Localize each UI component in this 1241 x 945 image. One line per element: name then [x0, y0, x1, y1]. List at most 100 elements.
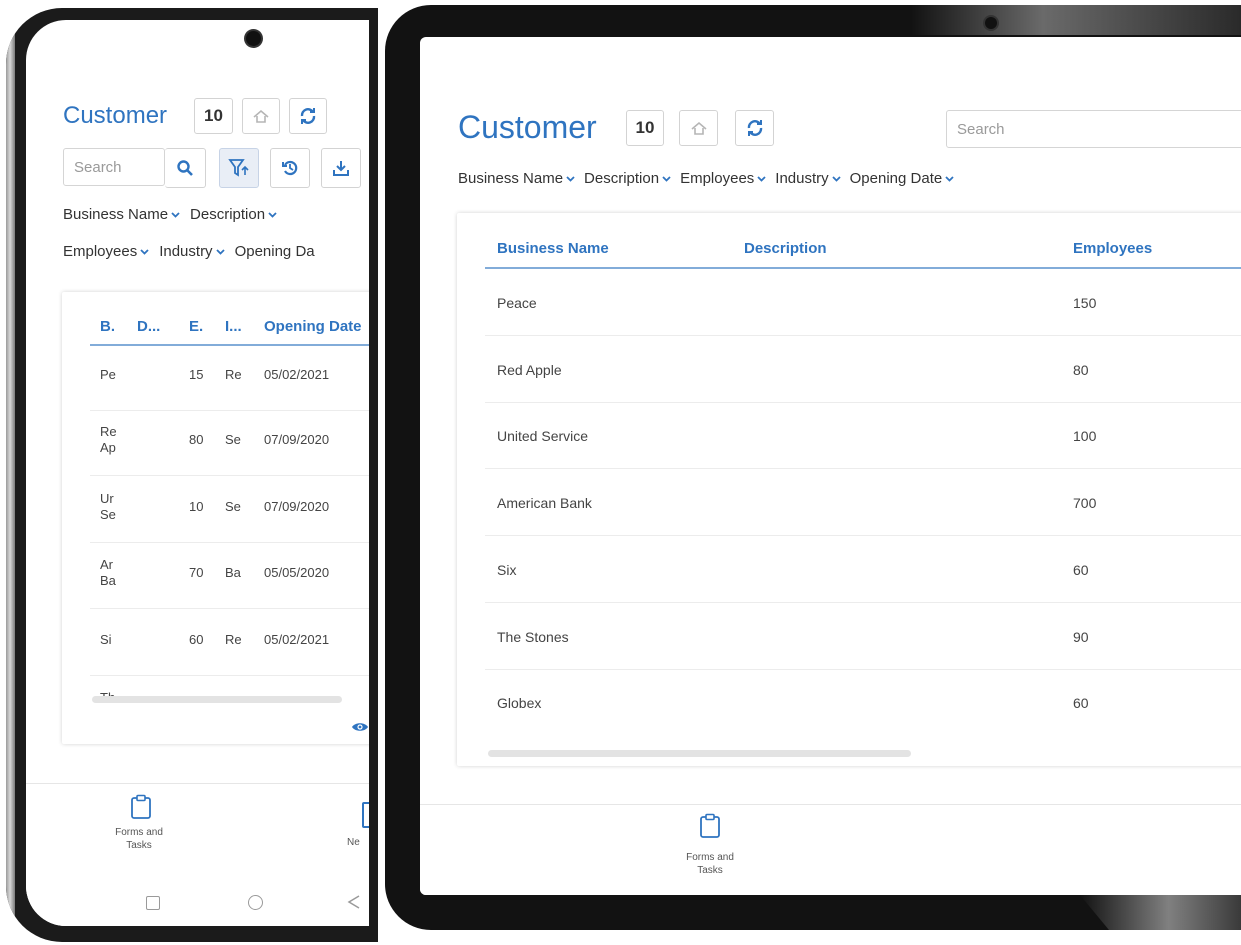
bottom-navigation: Forms and Tasks [420, 804, 1241, 895]
cell-employees: 70 [189, 565, 204, 580]
column-chip-opening-date[interactable]: Opening Da [235, 243, 315, 260]
cell-industry: Se [225, 499, 241, 514]
horizontal-scrollbar[interactable] [92, 696, 342, 703]
forms-and-tasks-tab[interactable] [130, 794, 152, 825]
row-divider [485, 468, 1241, 470]
cell-business-name-wrap: Se [100, 507, 116, 522]
page-title: Customer [458, 109, 597, 145]
row-divider [90, 608, 369, 609]
cell-opening-date: 05/02/2021 [264, 632, 330, 647]
row-divider [485, 335, 1241, 336]
cell-business-name-wrap: Ap [100, 440, 116, 455]
column-chip-industry[interactable]: Industry [159, 243, 225, 260]
search-icon [177, 160, 193, 176]
row-divider [90, 475, 369, 476]
cell-employees: 90 [1073, 628, 1089, 645]
history-button[interactable] [270, 148, 310, 188]
cell-employees: 10 [189, 499, 204, 514]
column-chip-business-name[interactable]: Business Name [63, 206, 180, 223]
forms-and-tasks-label: Forms and Tasks [115, 827, 163, 851]
forms-and-tasks-tab[interactable] [699, 813, 721, 844]
column-chip-description[interactable]: Description [190, 206, 277, 223]
cell-business-name-wrap: Ba [100, 573, 116, 588]
table-header-business-name[interactable]: Business Name [497, 240, 609, 257]
android-recents-button[interactable] [146, 896, 160, 910]
refresh-button[interactable] [735, 110, 774, 146]
cell-business-name: Re [100, 424, 117, 439]
export-icon [690, 121, 707, 135]
row-divider [485, 401, 1241, 403]
view-button[interactable] [351, 720, 369, 738]
row-divider [485, 535, 1241, 537]
column-chip-employees[interactable]: Employees [63, 243, 149, 260]
cell-employees: 80 [189, 432, 204, 447]
cell-business-name: American Bank [497, 495, 592, 512]
clipboard-icon [131, 794, 151, 819]
cell-business-name: United Service [497, 428, 589, 445]
page-title: Customer [63, 102, 168, 129]
column-chip-description[interactable]: Description [584, 170, 671, 187]
clipboard-icon [700, 813, 720, 838]
cell-business-name: Six [497, 561, 517, 578]
cell-industry: Ba [225, 565, 241, 580]
chevron-down-icon [757, 175, 766, 182]
cell-business-name: The Stones [497, 628, 569, 645]
refresh-icon [300, 108, 316, 124]
table-header-employees[interactable]: Employees [1073, 240, 1152, 257]
header-underline [90, 344, 369, 346]
table-header-industry[interactable]: I... [225, 318, 242, 335]
cell-industry: Se [225, 432, 241, 447]
table-card: Business Name Description Employees Peac… [457, 213, 1241, 766]
record-count-badge: 10 [626, 110, 664, 146]
refresh-icon [747, 120, 762, 136]
column-chip-opening-date[interactable]: Opening Date [850, 170, 955, 187]
row-divider [90, 675, 369, 676]
export-button[interactable] [242, 98, 280, 134]
tablet-camera [985, 17, 997, 29]
search-button[interactable] [165, 148, 206, 188]
android-home-button[interactable] [248, 895, 263, 910]
row-divider [485, 668, 1241, 670]
cell-industry: Re [225, 367, 242, 382]
table-header-opening-date[interactable]: Opening Date [264, 318, 362, 335]
news-tab-icon[interactable] [362, 802, 369, 828]
search-input[interactable]: Search [946, 110, 1241, 148]
bottom-navigation: Forms and Tasks Ne [26, 783, 369, 926]
history-icon [282, 160, 298, 176]
cell-employees: 700 [1073, 495, 1097, 512]
table-header-description[interactable]: Description [744, 240, 827, 257]
refresh-button[interactable] [289, 98, 327, 134]
chevron-down-icon [662, 175, 671, 182]
eye-icon [352, 723, 368, 731]
filter-sort-icon [228, 159, 249, 177]
cell-opening-date: 07/09/2020 [264, 499, 330, 514]
column-chips-row-1: Business Name Description [63, 206, 277, 223]
chevron-down-icon [140, 248, 149, 255]
download-icon [333, 161, 349, 176]
column-chips-row: Business Name Description Employees Indu… [458, 170, 954, 187]
table-header-business-name[interactable]: B. [100, 318, 115, 335]
cell-employees: 150 [1073, 295, 1097, 311]
column-chip-business-name[interactable]: Business Name [458, 170, 575, 187]
search-input[interactable]: Search [63, 148, 165, 186]
header-underline [485, 267, 1241, 269]
horizontal-scrollbar[interactable] [488, 750, 911, 757]
cell-business-name: Ar [100, 557, 113, 572]
table-header-employees[interactable]: E. [189, 318, 203, 335]
row-divider [90, 410, 369, 411]
record-count-badge: 10 [194, 98, 233, 134]
export-button[interactable] [679, 110, 718, 146]
row-divider [90, 542, 369, 543]
column-chip-employees[interactable]: Employees [680, 170, 766, 187]
android-back-icon[interactable] [347, 894, 361, 910]
chevron-down-icon [832, 175, 841, 182]
download-button[interactable] [321, 148, 361, 188]
table-header-description[interactable]: D... [137, 318, 160, 335]
chevron-down-icon [171, 211, 180, 218]
column-chip-industry[interactable]: Industry [775, 170, 841, 187]
cell-employees: 15 [189, 367, 204, 382]
forms-and-tasks-label: Forms and Tasks [686, 852, 734, 876]
filter-sort-button[interactable] [219, 148, 259, 188]
cell-employees: 60 [1073, 561, 1089, 578]
phone-camera [246, 31, 261, 46]
